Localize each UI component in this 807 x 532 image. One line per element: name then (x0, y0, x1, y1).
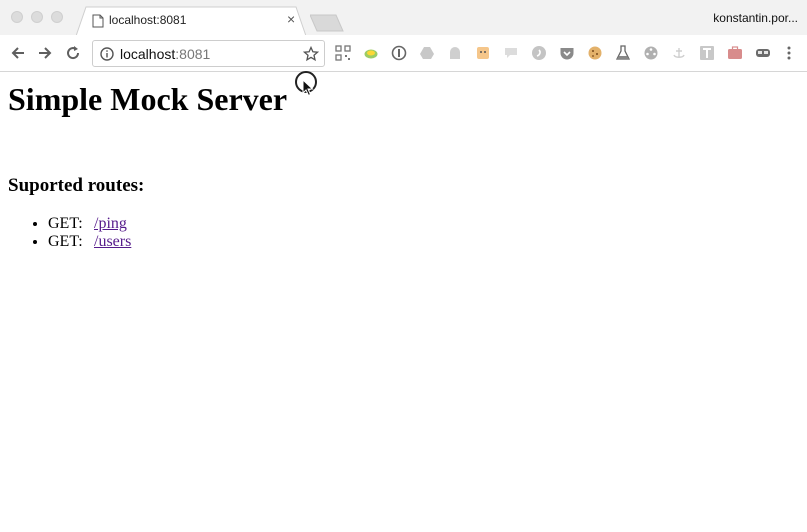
profile-name[interactable]: konstantin.por... (713, 11, 798, 25)
new-tab-button[interactable] (310, 14, 344, 32)
address-bar[interactable]: localhost:8081 (92, 40, 325, 67)
routes-heading: Suported routes: (8, 175, 145, 196)
window-minimize-button[interactable] (31, 11, 43, 23)
flask-icon[interactable] (615, 45, 631, 61)
tab-close-icon[interactable]: × (287, 11, 295, 27)
window-maximize-button[interactable] (51, 11, 63, 23)
route-method: GET: (48, 215, 83, 232)
browser-toolbar: localhost:8081 (0, 35, 807, 72)
pocket-icon[interactable] (559, 45, 575, 61)
bookmark-star-icon[interactable] (303, 46, 319, 62)
document-icon (92, 14, 104, 28)
tab-active[interactable]: localhost:8081 × (76, 6, 306, 36)
cookie-icon[interactable] (587, 45, 603, 61)
route-method: GET: (48, 233, 83, 250)
turtle-icon[interactable] (363, 45, 379, 61)
route-link-users[interactable]: /users (94, 233, 131, 250)
film-reel-icon[interactable] (643, 45, 659, 61)
info-icon[interactable] (100, 47, 114, 61)
speech-bubble-icon[interactable] (503, 45, 519, 61)
reload-icon[interactable] (64, 44, 82, 62)
onepassword-icon[interactable] (391, 45, 407, 61)
url-host: localhost (120, 46, 176, 62)
anchor-icon[interactable] (671, 45, 687, 61)
page-content: Simple Mock Server Suported routes: GET:… (0, 73, 807, 532)
forward-arrow-icon[interactable] (36, 44, 54, 62)
tab-title: localhost:8081 (109, 13, 187, 27)
tab-strip: localhost:8081 × konstantin.por... (0, 0, 807, 36)
route-item: GET: /ping (48, 215, 131, 233)
route-item: GET: /users (48, 233, 131, 251)
back-arrow-icon[interactable] (9, 44, 27, 62)
window-close-button[interactable] (11, 11, 23, 23)
routes-list: GET: /ping GET: /users (48, 215, 131, 251)
url-port: :8081 (175, 46, 211, 62)
ghost-icon[interactable] (447, 45, 463, 61)
url-text[interactable]: localhost:8081 (120, 46, 210, 62)
face-icon[interactable] (475, 45, 491, 61)
drive-icon[interactable] (419, 45, 435, 61)
mouse-pointer-icon (302, 79, 314, 97)
mask-icon[interactable] (755, 45, 771, 61)
stylus-icon[interactable] (531, 45, 547, 61)
qr-code-icon[interactable] (335, 45, 351, 61)
route-link-ping[interactable]: /ping (94, 215, 127, 232)
briefcase-icon[interactable] (727, 45, 743, 61)
menu-kebab-icon[interactable] (786, 45, 792, 61)
page-title: Simple Mock Server (8, 81, 288, 117)
text-t-icon[interactable] (699, 45, 715, 61)
